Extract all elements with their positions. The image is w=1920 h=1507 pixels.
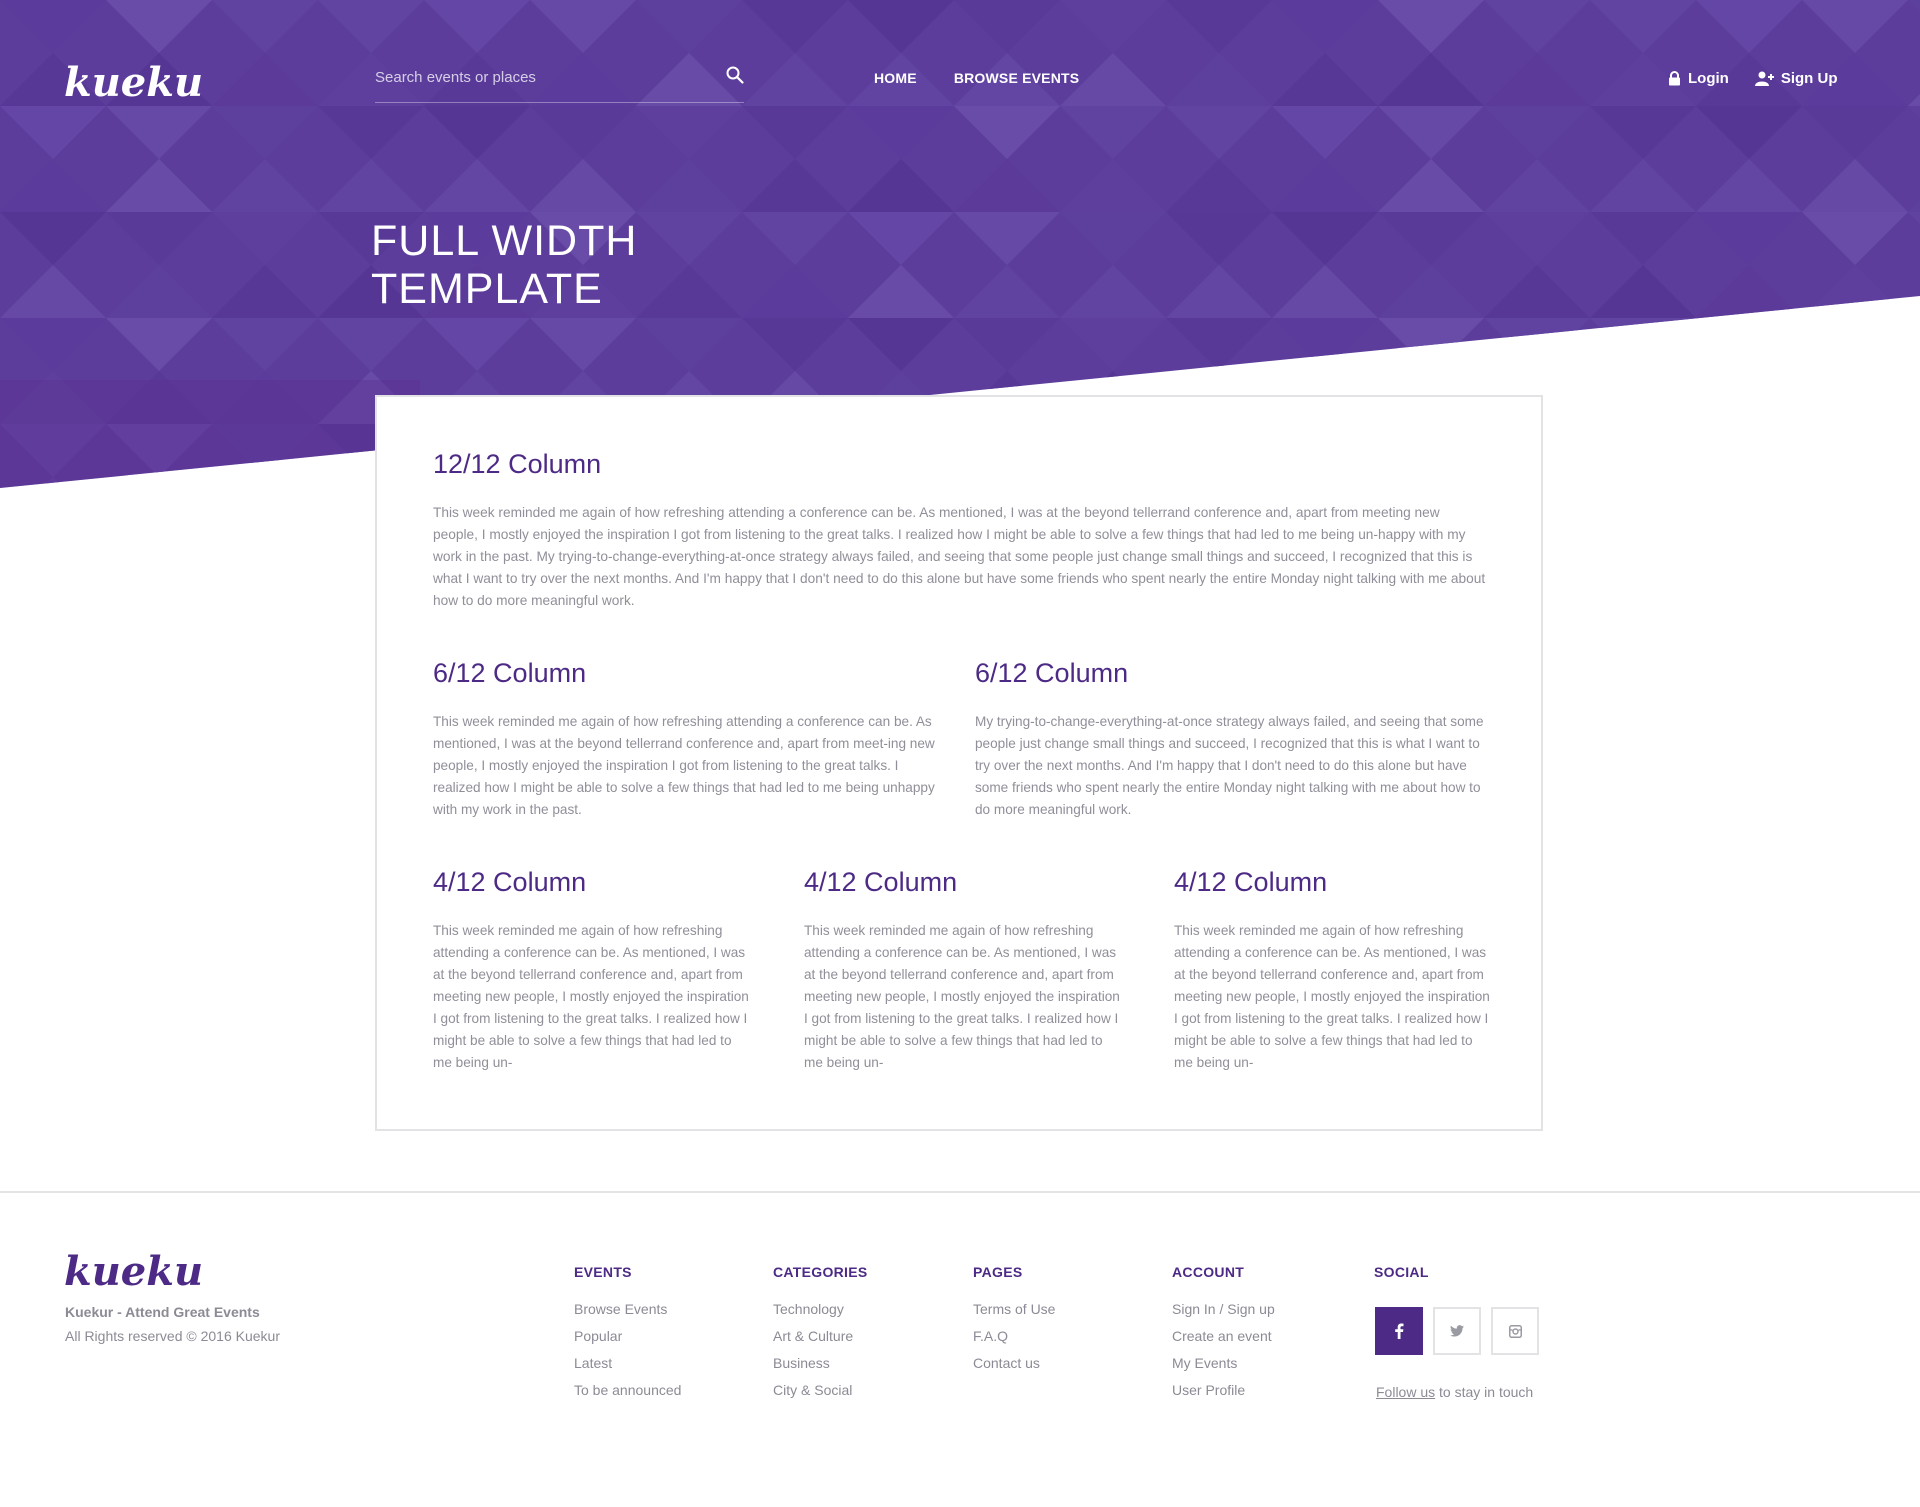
nav-browse-events[interactable]: BROWSE EVENTS — [954, 70, 1080, 86]
column-half-1: 6/12 Column This week reminded me again … — [433, 658, 945, 821]
footer-link-popular[interactable]: Popular — [574, 1328, 681, 1345]
footer-link-contact[interactable]: Contact us — [973, 1355, 1055, 1372]
footer-link-to-be-announced[interactable]: To be announced — [574, 1382, 681, 1399]
search-bar — [375, 62, 744, 103]
logo-text: kuekur — [64, 60, 204, 102]
follow-us-link[interactable]: Follow us — [1376, 1384, 1435, 1400]
footer-link-city-social[interactable]: City & Social — [773, 1382, 868, 1399]
main-nav: HOME BROWSE EVENTS — [874, 70, 1079, 86]
login-label: Login — [1688, 70, 1729, 87]
footer-column-title: PAGES — [973, 1264, 1023, 1280]
signup-link[interactable]: Sign Up — [1754, 70, 1838, 87]
page-title-line-1: FULL WIDTH — [371, 217, 638, 265]
footer-column-title: ACCOUNT — [1172, 1264, 1245, 1280]
column-text: This week reminded me again of how refre… — [433, 714, 935, 817]
footer-column-title: SOCIAL — [1374, 1264, 1429, 1280]
social-buttons — [1375, 1307, 1539, 1355]
twitter-button[interactable] — [1433, 1307, 1481, 1355]
footer-link-browse-events[interactable]: Browse Events — [574, 1301, 681, 1318]
footer-link-faq[interactable]: F.A.Q — [973, 1328, 1055, 1345]
column-third-1: 4/12 Column This week reminded me again … — [433, 867, 751, 1074]
column-heading: 6/12 Column — [975, 658, 1129, 688]
facebook-button[interactable] — [1375, 1307, 1423, 1355]
footer-link-business[interactable]: Business — [773, 1355, 868, 1372]
footer-column-title: EVENTS — [574, 1264, 632, 1280]
lock-icon — [1669, 71, 1680, 86]
footer-social-column: SOCIAL — [1374, 1264, 1429, 1301]
footer-tagline: Kuekur - Attend Great Events — [65, 1304, 260, 1320]
column-text: My trying-to-change-everything-at-once s… — [975, 714, 1484, 817]
footer-link-technology[interactable]: Technology — [773, 1301, 868, 1318]
logo[interactable]: kuekur — [64, 59, 227, 107]
footer-logo-text: kuekur — [64, 1249, 204, 1291]
footer-link-latest[interactable]: Latest — [574, 1355, 681, 1372]
column-text: This week reminded me again of how refre… — [1174, 923, 1490, 1070]
column-heading: 4/12 Column — [1174, 867, 1328, 897]
page-title-line-2: TEMPLATE — [371, 265, 603, 313]
footer-link-my-events[interactable]: My Events — [1172, 1355, 1275, 1372]
column-half-2: 6/12 Column My trying-to-change-everythi… — [975, 658, 1487, 821]
content-card: 12/12 Column This week reminded me again… — [375, 395, 1543, 1131]
footer-events-column: EVENTS Browse Events Popular Latest To b… — [574, 1264, 681, 1409]
column-third-2: 4/12 Column This week reminded me again … — [804, 867, 1122, 1074]
instagram-icon — [1508, 1324, 1522, 1338]
column-text: This week reminded me again of how refre… — [433, 923, 749, 1070]
column-text: This week reminded me again of how refre… — [433, 505, 1486, 608]
column-heading: 12/12 Column — [433, 449, 602, 479]
instagram-button[interactable] — [1491, 1307, 1539, 1355]
page-title: FULL WIDTH TEMPLATE — [371, 217, 637, 313]
footer-account-column: ACCOUNT Sign In / Sign up Create an even… — [1172, 1264, 1275, 1409]
follow-text: Follow us to stay in touch — [1376, 1384, 1533, 1400]
footer-link-sign-in[interactable]: Sign In / Sign up — [1172, 1301, 1275, 1318]
column-heading: 4/12 Column — [804, 867, 958, 897]
twitter-icon — [1450, 1325, 1464, 1337]
footer-logo[interactable]: kuekur — [64, 1248, 227, 1296]
facebook-icon — [1395, 1323, 1404, 1339]
footer-categories-column: CATEGORIES Technology Art & Culture Busi… — [773, 1264, 868, 1409]
search-input[interactable] — [375, 62, 695, 92]
add-user-icon — [1754, 71, 1774, 86]
auth-links: Login Sign Up — [1668, 70, 1838, 87]
login-link[interactable]: Login — [1668, 70, 1729, 87]
footer-link-create-event[interactable]: Create an event — [1172, 1328, 1275, 1345]
footer-divider — [0, 1191, 1920, 1193]
footer-column-title: CATEGORIES — [773, 1264, 868, 1280]
column-third-3: 4/12 Column This week reminded me again … — [1174, 867, 1492, 1074]
nav-home[interactable]: HOME — [874, 70, 917, 86]
signup-label: Sign Up — [1780, 70, 1838, 87]
search-icon[interactable] — [726, 66, 744, 89]
footer-link-terms[interactable]: Terms of Use — [973, 1301, 1055, 1318]
footer-pages-column: PAGES Terms of Use F.A.Q Contact us — [973, 1264, 1055, 1382]
footer-copyright: All Rights reserved © 2016 Kuekur — [65, 1328, 280, 1344]
column-full: 12/12 Column This week reminded me again… — [433, 449, 1487, 612]
footer-link-user-profile[interactable]: User Profile — [1172, 1382, 1275, 1399]
column-heading: 6/12 Column — [433, 658, 587, 688]
column-heading: 4/12 Column — [433, 867, 587, 897]
follow-rest-text: to stay in touch — [1439, 1384, 1534, 1400]
column-text: This week reminded me again of how refre… — [804, 923, 1120, 1070]
footer-link-art-culture[interactable]: Art & Culture — [773, 1328, 868, 1345]
